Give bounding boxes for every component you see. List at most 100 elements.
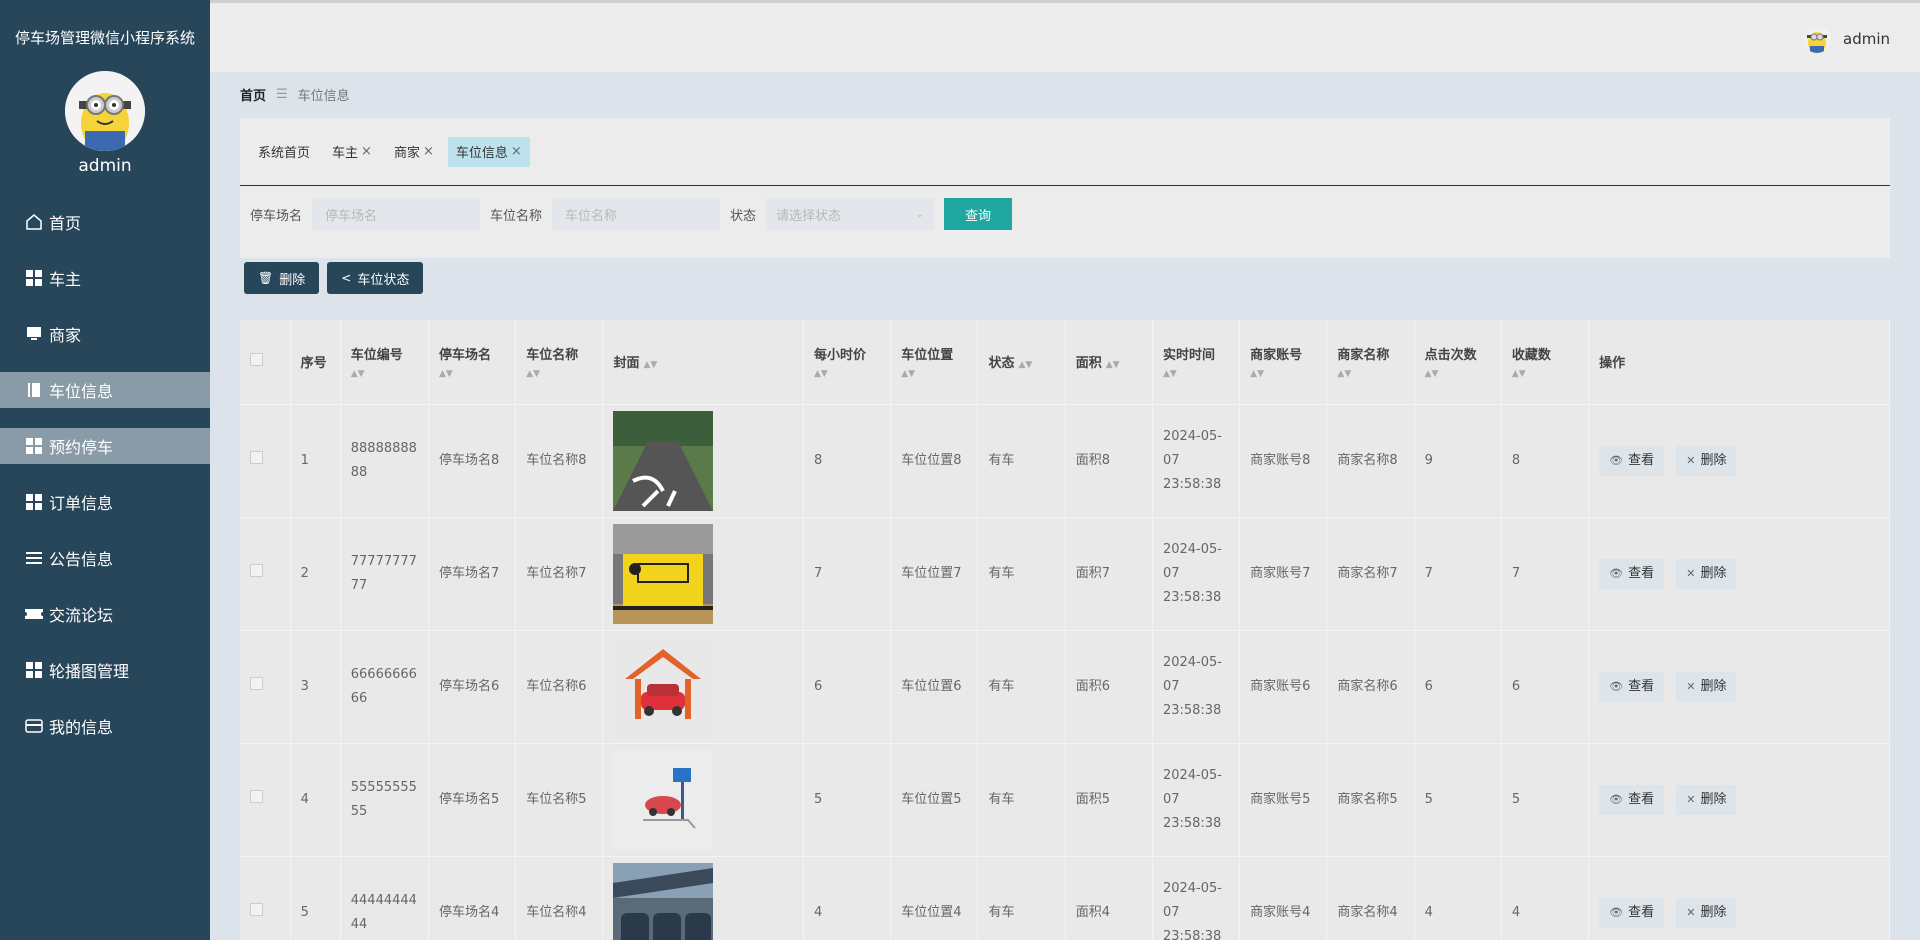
sidebar-item-owners[interactable]: 车主 <box>0 260 210 296</box>
sort-icon[interactable]: ▲▼ <box>526 369 592 379</box>
sidebar-item-forum[interactable]: 交流论坛 <box>0 596 210 632</box>
data-table: 序号 车位编号 ▲▼ 停车场名 ▲▼ 车位名称 ▲▼ 封面 ▲▼ 每小时价 ▲▼ 车位位置… <box>240 320 1890 940</box>
cell-lot: 停车场名6 <box>428 630 517 744</box>
sort-icon[interactable]: ▲▼ <box>1425 369 1491 379</box>
space-label: 车位名称 <box>490 208 543 224</box>
sort-icon[interactable]: ▲▼ <box>1250 369 1316 379</box>
col-header[interactable]: 状态 ▲▼ <box>977 320 1066 405</box>
cell-position: 车位位置8 <box>890 404 979 518</box>
cell-area: 面积7 <box>1065 517 1153 631</box>
col-header-label: 点击次数 <box>1424 348 1477 364</box>
sidebar-item-notices[interactable]: 公告信息 <box>0 540 210 576</box>
close-icon[interactable]: × <box>423 144 434 159</box>
cell-status: 有车 <box>977 856 1066 940</box>
delete-button[interactable]: 🗑 删除 <box>244 262 320 294</box>
cell-price: 6 <box>803 630 892 744</box>
cell-actions: 👁 查看 ✕ 删除 <box>1588 856 1890 940</box>
row-delete-button[interactable]: ✕ 删除 <box>1676 671 1737 702</box>
sort-icon[interactable]: ▲▼ <box>1018 360 1032 370</box>
col-header[interactable]: 停车场名 ▲▼ <box>428 320 517 405</box>
sort-icon[interactable]: ▲▼ <box>1512 369 1578 379</box>
tab-spaces[interactable]: 车位信息 × <box>447 136 530 167</box>
tab-dashboard[interactable]: 系统首页 <box>250 137 318 167</box>
share-icon: < <box>341 271 352 285</box>
avatar[interactable] <box>65 71 145 151</box>
sort-icon[interactable]: ▲▼ <box>1337 369 1403 379</box>
sort-icon[interactable]: ▲▼ <box>1163 369 1229 379</box>
cover-image[interactable] <box>613 523 714 624</box>
cell-merchant-name: 商家名称7 <box>1326 517 1415 631</box>
col-header[interactable]: 车位编号 ▲▼ <box>340 320 429 405</box>
sort-icon[interactable]: ▲▼ <box>814 369 880 379</box>
space-input[interactable]: 车位名称 <box>552 198 721 230</box>
action-row: 🗑 删除 < 车位状态 <box>244 262 431 294</box>
row-delete-button[interactable]: ✕ 删除 <box>1676 784 1737 815</box>
col-header[interactable]: 商家账号 ▲▼ <box>1239 320 1328 405</box>
tab-merchants[interactable]: 商家 × <box>386 137 442 167</box>
row-checkbox[interactable] <box>250 789 263 803</box>
cell-time: 2024-05-07 23:58:38 <box>1152 856 1241 940</box>
breadcrumb-home[interactable]: 首页 <box>240 85 266 104</box>
row-checkbox[interactable] <box>250 450 263 464</box>
status-select[interactable]: 请选择状态 ⌄ <box>766 198 935 230</box>
cell-actions: 👁 查看 ✕ 删除 <box>1588 517 1890 631</box>
sidebar-item-reservations[interactable]: 预约停车 <box>0 428 210 464</box>
row-checkbox[interactable] <box>250 563 263 577</box>
col-header[interactable]: 面积 ▲▼ <box>1065 320 1153 405</box>
cell-cover <box>602 743 804 857</box>
row-checkbox[interactable] <box>250 902 263 916</box>
lot-input[interactable]: 停车场名 <box>312 198 481 230</box>
avatar <box>1803 25 1831 53</box>
sidebar-item-merchants[interactable]: 商家 <box>0 316 210 352</box>
tab-owners[interactable]: 车主 × <box>324 137 380 167</box>
sidebar-item-label: 首页 <box>49 214 82 233</box>
view-button[interactable]: 👁 查看 <box>1599 897 1665 928</box>
sidebar-item-profile[interactable]: 我的信息 <box>0 708 210 744</box>
sort-icon[interactable]: ▲▼ <box>351 369 418 379</box>
close-icon: ✕ <box>1686 679 1696 693</box>
cover-image[interactable] <box>613 749 714 850</box>
sort-icon[interactable]: ▲▼ <box>901 369 967 379</box>
col-header: 操作 <box>1588 320 1890 405</box>
close-icon[interactable]: × <box>361 144 372 159</box>
cell-index: 3 <box>290 630 341 744</box>
col-header[interactable]: 车位位置 ▲▼ <box>890 320 979 405</box>
cover-image[interactable] <box>613 862 714 940</box>
sidebar-item-spaces[interactable]: 车位信息 <box>0 372 210 408</box>
close-icon[interactable]: × <box>511 144 522 159</box>
eye-icon: 👁 <box>1609 453 1624 467</box>
col-header[interactable]: 封面 ▲▼ <box>602 320 804 405</box>
sort-icon[interactable]: ▲▼ <box>1106 360 1120 370</box>
search-form: 停车场名 停车场名 车位名称 车位名称 状态 请选择状态 ⌄ 查询 <box>240 198 1013 230</box>
col-header[interactable]: 点击次数 ▲▼ <box>1414 320 1502 405</box>
cover-image[interactable] <box>613 410 714 511</box>
cover-image[interactable] <box>613 636 714 737</box>
col-header[interactable]: 每小时价 ▲▼ <box>803 320 892 405</box>
sidebar-item-carousel[interactable]: 轮播图管理 <box>0 652 210 688</box>
select-all-checkbox[interactable] <box>250 353 263 367</box>
sidebar-item-orders[interactable]: 订单信息 <box>0 484 210 520</box>
grid-icon <box>24 492 44 512</box>
row-delete-button[interactable]: ✕ 删除 <box>1676 558 1737 589</box>
col-header[interactable]: 收藏数 ▲▼ <box>1501 320 1590 405</box>
row-checkbox[interactable] <box>250 676 263 690</box>
query-button[interactable]: 查询 <box>944 198 1013 230</box>
header-user[interactable]: admin <box>1803 25 1890 53</box>
row-delete-button[interactable]: ✕ 删除 <box>1676 897 1737 928</box>
space-status-button[interactable]: < 车位状态 <box>327 262 424 294</box>
cell-index: 2 <box>290 517 341 631</box>
cell-index: 4 <box>290 743 341 857</box>
view-button[interactable]: 👁 查看 <box>1599 671 1665 702</box>
row-delete-button[interactable]: ✕ 删除 <box>1676 445 1737 476</box>
col-header-label: 车位位置 <box>901 348 954 364</box>
col-header[interactable]: 商家名称 ▲▼ <box>1326 320 1415 405</box>
view-button[interactable]: 👁 查看 <box>1599 784 1665 815</box>
sort-icon[interactable]: ▲▼ <box>439 369 505 379</box>
view-button[interactable]: 👁 查看 <box>1599 558 1665 589</box>
sort-icon[interactable]: ▲▼ <box>643 360 657 370</box>
sidebar-item-home[interactable]: 首页 <box>0 204 210 240</box>
delete-label: 删除 <box>1700 452 1727 468</box>
col-header[interactable]: 车位名称 ▲▼ <box>515 320 604 405</box>
view-button[interactable]: 👁 查看 <box>1599 445 1665 476</box>
col-header[interactable]: 实时时间 ▲▼ <box>1152 320 1241 405</box>
